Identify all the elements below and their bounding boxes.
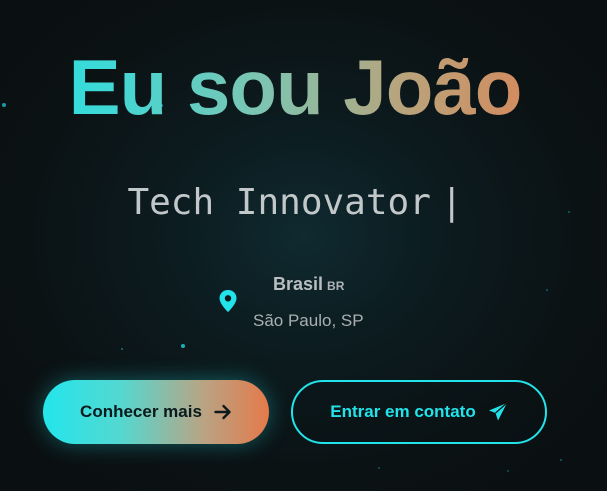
particle (560, 459, 562, 461)
send-icon (488, 402, 508, 421)
location-block: Brasil BR São Paulo, SP (215, 268, 395, 338)
city-label: São Paulo, SP (253, 311, 364, 330)
map-pin-icon (218, 289, 238, 313)
typing-cursor: | (440, 182, 463, 223)
particle (507, 470, 509, 472)
arrow-right-icon (214, 404, 231, 420)
typed-text: Tech Innovator (127, 182, 431, 223)
country-label: Brasil BR (273, 274, 344, 295)
contact-label: Entrar em contato (330, 402, 476, 421)
learn-more-label: Conhecer mais (80, 402, 202, 421)
particle (378, 467, 380, 469)
particle (181, 344, 185, 348)
contact-button[interactable]: Entrar em contato (291, 380, 547, 444)
particle (121, 348, 123, 350)
hero-title: Eu sou João (0, 42, 590, 132)
learn-more-button[interactable]: Conhecer mais (43, 380, 269, 444)
flag-code: BR (327, 279, 345, 293)
particle (546, 289, 548, 291)
country-name: Brasil (273, 274, 324, 294)
typed-subtitle: Tech Innovator | (0, 180, 590, 226)
